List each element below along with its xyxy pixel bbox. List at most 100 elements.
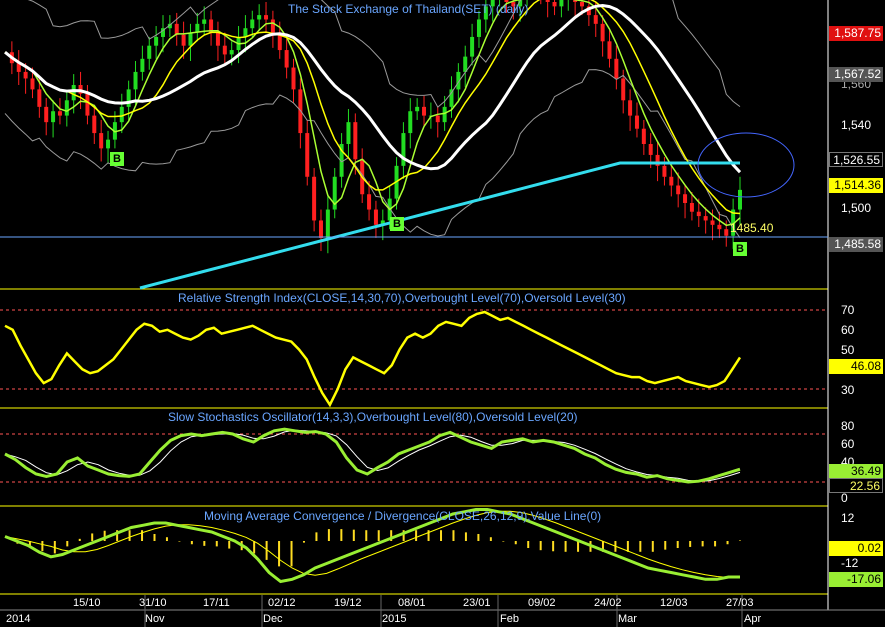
rsi-line <box>4 310 742 408</box>
candle-body <box>552 2 557 7</box>
macd-badge-value: -17.06 <box>829 572 883 587</box>
candle-body <box>476 19 481 37</box>
candle-body <box>229 50 234 55</box>
stock-chart <box>0 0 885 627</box>
stoch-tick: 80 <box>841 419 855 433</box>
macd-tick: 12 <box>841 511 855 525</box>
macd-panel-title: Moving Average Convergence / Divergence(… <box>204 509 602 523</box>
candle-body <box>215 32 220 46</box>
candle-body <box>92 115 97 134</box>
candle-body <box>634 115 639 129</box>
highlight-ellipse <box>697 132 795 198</box>
candle-body <box>44 106 49 123</box>
candle-body <box>99 133 104 149</box>
rsi-tick: 70 <box>841 303 855 317</box>
x-period-label: Dec <box>263 613 283 625</box>
price-badge-last: 1,526.55 <box>829 152 883 167</box>
x-date-label: 09/02 <box>528 597 556 609</box>
candle-body <box>696 211 701 217</box>
price-badge-lower-band: 1,485.58 <box>829 237 883 252</box>
candle-body <box>580 2 585 7</box>
candle-body <box>710 220 715 225</box>
candle-body <box>676 185 681 195</box>
candle-body <box>545 0 550 2</box>
candle-body <box>57 111 62 116</box>
stoch-badge-d: 22.56 <box>829 478 883 493</box>
rsi-tick: 60 <box>841 323 855 337</box>
candle-body <box>600 23 605 42</box>
candle-body <box>71 85 76 101</box>
price-badge-high: 1,587.75 <box>829 26 883 41</box>
price-panel-title: The Stock Exchange of Thailand(SET) (dai… <box>288 2 529 16</box>
x-date-label: 08/01 <box>398 597 426 609</box>
candle-body <box>442 106 447 123</box>
candle-body <box>106 139 111 149</box>
candle-body <box>126 89 131 107</box>
candle-body <box>353 122 358 160</box>
candle-body <box>64 100 69 116</box>
candle-body <box>717 224 722 230</box>
candle-body <box>593 15 598 24</box>
buy-marker: B <box>110 152 124 166</box>
candle-body <box>373 209 378 225</box>
candle-body <box>607 41 612 59</box>
candle-body <box>401 133 406 166</box>
candle-body <box>188 32 193 46</box>
candle-body <box>154 36 159 46</box>
rsi-tick: 50 <box>841 343 855 357</box>
rsi-badge: 46.08 <box>829 359 883 374</box>
candle-body <box>284 50 289 68</box>
macd-tick: -12 <box>841 556 859 570</box>
candle-body <box>222 45 227 55</box>
candle-body <box>119 106 124 123</box>
x-date-label: 02/12 <box>268 597 296 609</box>
x-period-label: Nov <box>145 613 165 625</box>
price-badge-upper-band: 1,567.52 <box>829 67 883 82</box>
stoch-tick: 60 <box>841 437 855 451</box>
candle-body <box>264 15 269 20</box>
candle-body <box>367 194 372 210</box>
buy-marker: B <box>390 217 404 231</box>
candle-body <box>85 93 90 116</box>
candle-body <box>270 19 275 33</box>
macd-badge-hist: 0.02 <box>829 541 883 556</box>
x-period-label: 2014 <box>6 613 31 625</box>
candle-body <box>202 19 207 24</box>
candle-body <box>683 194 688 203</box>
price-tick: 1,540 <box>841 118 872 132</box>
candle-body <box>181 34 186 46</box>
candle-body <box>621 78 626 101</box>
candle-body <box>346 122 351 144</box>
candle-body <box>415 106 420 112</box>
candle-body <box>559 0 564 7</box>
ma-long-line <box>139 161 740 290</box>
candle-body <box>435 115 440 123</box>
x-date-label: 12/03 <box>660 597 688 609</box>
price-badge-ma: 1,514.36 <box>829 178 883 193</box>
x-date-label: 23/01 <box>463 597 491 609</box>
candle-body <box>257 15 262 20</box>
candle-body <box>305 133 310 177</box>
price-tick: 1,500 <box>841 201 872 215</box>
candle-body <box>408 111 413 134</box>
candle-body <box>641 128 646 144</box>
candle-body <box>724 229 729 236</box>
x-period-label: 2015 <box>382 613 407 625</box>
candle-body <box>669 176 674 186</box>
x-date-label: 24/02 <box>594 597 622 609</box>
candle-body <box>422 106 427 116</box>
candle-body <box>738 189 742 210</box>
candle-body <box>133 71 138 90</box>
candle-body <box>325 209 330 238</box>
candle-body <box>30 78 35 90</box>
candle-body <box>689 202 694 212</box>
x-date-label: 27/03 <box>726 597 754 609</box>
candle-body <box>291 67 296 90</box>
candle-body <box>318 220 323 238</box>
rsi-panel-title: Relative Strength Index(CLOSE,14,30,70),… <box>178 291 626 305</box>
x-date-label: 19/12 <box>334 597 362 609</box>
x-date-label: 17/11 <box>203 597 230 609</box>
candle-body <box>140 58 145 72</box>
stoch-badge-k: 36.49 <box>829 464 883 479</box>
low-annotation: 1485.40 <box>730 221 774 235</box>
